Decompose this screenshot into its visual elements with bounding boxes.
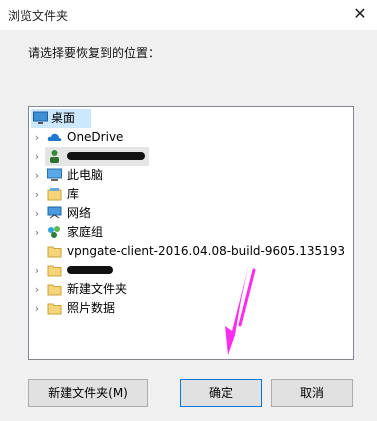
tree-item-label: 此电脑: [67, 168, 104, 182]
ok-button[interactable]: 确定: [180, 379, 262, 407]
folder-icon: [47, 265, 62, 277]
homegroup-icon: [48, 226, 60, 238]
computer-icon: [47, 168, 62, 181]
desktop-icon: [33, 111, 48, 124]
instruction-text: 请选择要恢复到的位置：: [28, 46, 161, 60]
redacted-username: [67, 152, 145, 160]
tree-item-library[interactable]: › 库: [29, 185, 349, 204]
chevron-right-icon[interactable]: ›: [31, 261, 43, 280]
window-title: 浏览文件夹: [8, 9, 69, 23]
folder-icon: [47, 303, 62, 315]
tree-item-network[interactable]: › 网络: [29, 204, 349, 223]
folder-tree[interactable]: 桌面 › OneDrive › › 此电脑 › 库 › 网络 › 家庭组 vpn…: [28, 106, 354, 360]
network-icon: [47, 206, 62, 219]
tree-item-new-folder[interactable]: › 新建文件夹: [29, 280, 349, 299]
close-icon[interactable]: ✕: [351, 5, 369, 23]
folder-icon: [47, 246, 62, 258]
title-bar: 浏览文件夹 ✕: [0, 0, 377, 30]
chevron-right-icon[interactable]: ›: [31, 280, 43, 299]
tree-item-label: 桌面: [51, 111, 76, 125]
tree-item-label: 网络: [67, 206, 92, 220]
tree-item-homegroup[interactable]: › 家庭组: [29, 223, 349, 242]
user-icon: [50, 150, 59, 163]
tree-item-this-pc[interactable]: › 此电脑: [29, 166, 349, 185]
tree-item-vpngate-folder[interactable]: vpngate-client-2016.04.08-build-9605.135…: [29, 242, 353, 261]
chevron-right-icon[interactable]: ›: [31, 166, 43, 185]
tree-item-onedrive[interactable]: › OneDrive: [29, 128, 349, 147]
tree-item-label: OneDrive: [67, 130, 124, 144]
tree-item-label: 家庭组: [67, 225, 104, 239]
redacted-folder-name: [67, 266, 113, 274]
chevron-right-icon[interactable]: ›: [31, 223, 43, 242]
tree-item-label: 库: [67, 187, 80, 201]
chevron-right-icon[interactable]: ›: [31, 204, 43, 223]
tree-item-label: vpngate-client-2016.04.08-build-9605.135…: [67, 244, 346, 258]
tree-item-label: 新建文件夹: [67, 282, 128, 296]
cloud-icon: [47, 133, 62, 141]
chevron-right-icon[interactable]: ›: [31, 185, 43, 204]
library-icon: [47, 188, 62, 201]
cancel-button[interactable]: 取消: [271, 379, 353, 407]
tree-item-desktop[interactable]: 桌面: [31, 109, 91, 128]
tree-item-redacted-folder[interactable]: ›: [29, 261, 349, 280]
new-folder-button[interactable]: 新建文件夹(M): [28, 379, 148, 407]
tree-item-user[interactable]: ›: [29, 147, 349, 166]
tree-item-photo-data[interactable]: › 照片数据: [29, 299, 349, 318]
tree-item-label: 照片数据: [67, 301, 116, 315]
chevron-right-icon[interactable]: ›: [31, 128, 43, 147]
chevron-right-icon[interactable]: ›: [31, 147, 43, 166]
chevron-right-icon[interactable]: ›: [31, 299, 43, 318]
folder-icon: [47, 284, 62, 296]
